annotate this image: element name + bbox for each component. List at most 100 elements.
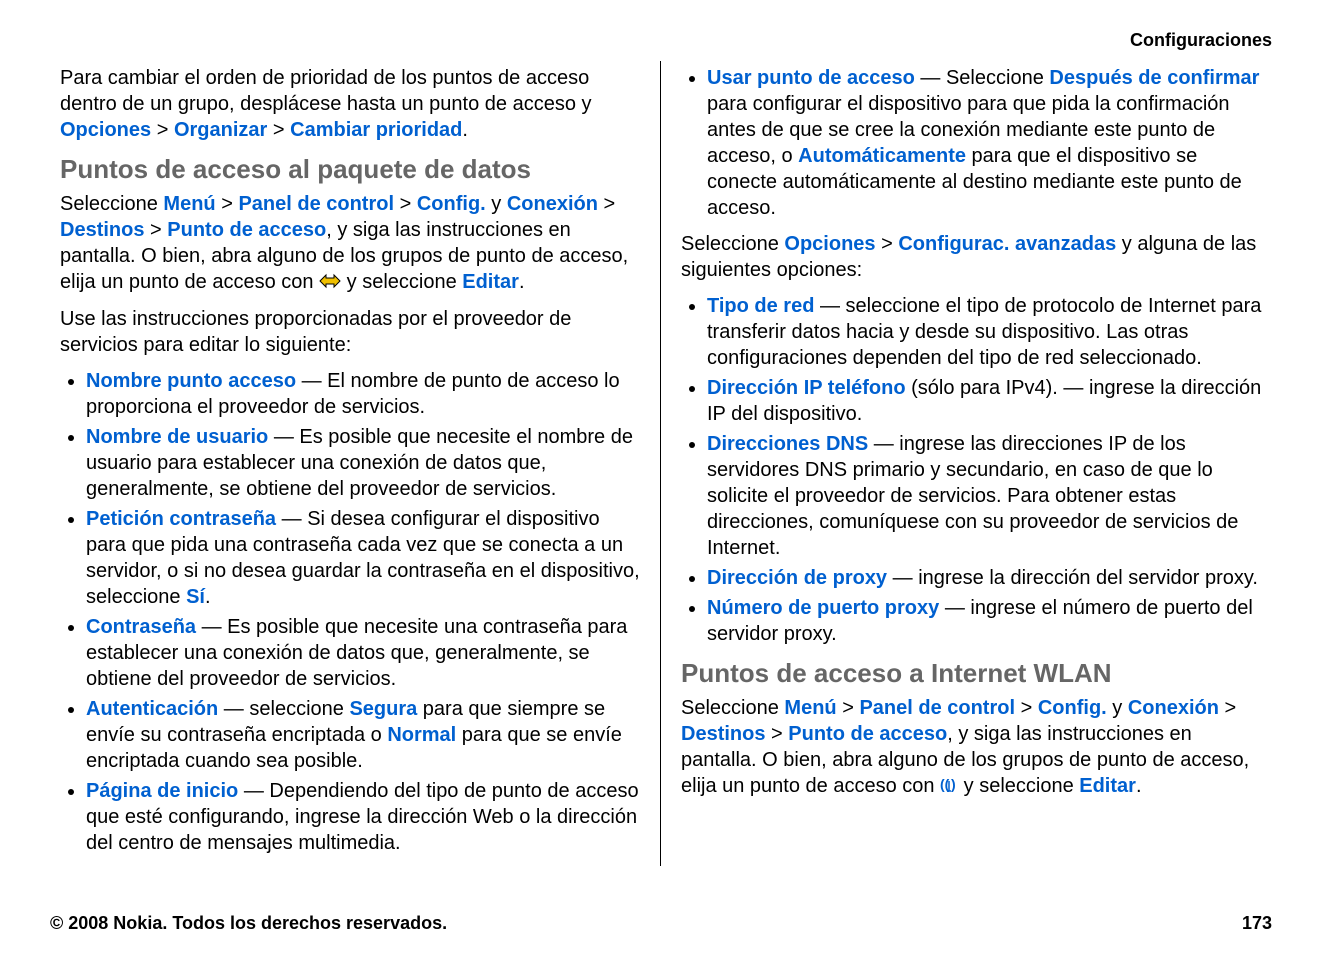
link-automaticamente: Automáticamente	[798, 145, 966, 167]
heading-puntos-datos: Puntos de acceso al paquete de datos	[60, 153, 640, 187]
term-numero-puerto-proxy: Número de puerto proxy	[707, 597, 939, 619]
document-page: Configuraciones Para cambiar el orden de…	[0, 0, 1322, 954]
list-item: Página de inicio — Dependiendo del tipo …	[86, 778, 640, 856]
separator: >	[842, 697, 859, 719]
link-config: Config.	[1038, 697, 1107, 719]
link-opciones: Opciones	[60, 119, 151, 141]
dash: —	[276, 508, 307, 530]
page-footer: © 2008 Nokia. Todos los derechos reserva…	[50, 913, 1272, 934]
link-editar: Editar	[462, 271, 519, 293]
list-item: Dirección IP teléfono (sólo para IPv4). …	[707, 375, 1262, 427]
bidirectional-arrow-icon	[319, 270, 341, 296]
term-pagina-inicio: Página de inicio	[86, 780, 238, 802]
text: y	[491, 193, 507, 215]
link-organizar: Organizar	[174, 119, 267, 141]
term-autenticacion: Autenticación	[86, 698, 218, 720]
text: Seleccione	[946, 67, 1049, 89]
link-punto-acceso: Punto de acceso	[788, 723, 947, 745]
text: Seleccione	[681, 697, 784, 719]
right-column: Usar punto de acceso — Seleccione Despué…	[661, 61, 1272, 866]
text: .	[205, 586, 211, 608]
link-si: Sí	[186, 586, 205, 608]
heading-puntos-wlan: Puntos de acceso a Internet WLAN	[681, 657, 1262, 691]
link-panel-control: Panel de control	[859, 697, 1015, 719]
link-cambiar-prioridad: Cambiar prioridad	[290, 119, 462, 141]
left-column: Para cambiar el orden de prioridad de lo…	[50, 61, 661, 866]
separator: >	[604, 193, 616, 215]
svg-text:): )	[951, 776, 956, 792]
dash: —	[939, 597, 970, 619]
dash: —	[868, 433, 899, 455]
term-contrasena: Contraseña	[86, 616, 196, 638]
text: .	[1136, 775, 1142, 797]
wlan-antenna-icon: (()	[940, 774, 958, 800]
text: Para cambiar el orden de prioridad de lo…	[60, 67, 592, 115]
copyright-text: © 2008 Nokia. Todos los derechos reserva…	[50, 913, 447, 934]
separator: >	[1021, 697, 1038, 719]
dash: —	[296, 370, 327, 392]
list-item: Tipo de red — seleccione el tipo de prot…	[707, 293, 1262, 371]
link-destinos: Destinos	[681, 723, 765, 745]
dash: —	[218, 698, 249, 720]
list-item: Autenticación — seleccione Segura para q…	[86, 696, 640, 774]
link-configurac-avanzadas: Configurac. avanzadas	[898, 233, 1116, 255]
text: .	[519, 271, 525, 293]
list-item: Direcciones DNS — ingrese las direccione…	[707, 431, 1262, 561]
dash: —	[196, 616, 227, 638]
text: y seleccione	[341, 271, 462, 293]
list-item: Dirección de proxy — ingrese la direcció…	[707, 565, 1262, 591]
separator: >	[771, 723, 788, 745]
link-panel-control: Panel de control	[238, 193, 394, 215]
term-direcciones-dns: Direcciones DNS	[707, 433, 868, 455]
text: Seleccione	[60, 193, 163, 215]
separator: >	[150, 219, 167, 241]
link-conexion: Conexión	[1128, 697, 1219, 719]
separator: >	[400, 193, 417, 215]
select-advanced-paragraph: Seleccione Opciones > Configurac. avanza…	[681, 231, 1262, 283]
dash: —	[915, 67, 946, 89]
term-tipo-red: Tipo de red	[707, 295, 814, 317]
page-number: 173	[1242, 913, 1272, 934]
separator: >	[1225, 697, 1237, 719]
separator: >	[157, 119, 174, 141]
link-menu: Menú	[163, 193, 215, 215]
list-item: Número de puerto proxy — ingrese el núme…	[707, 595, 1262, 647]
link-opciones: Opciones	[784, 233, 875, 255]
list-item: Petición contraseña — Si desea configura…	[86, 506, 640, 610]
term-peticion-contrasena: Petición contraseña	[86, 508, 276, 530]
wlan-select-paragraph: Seleccione Menú > Panel de control > Con…	[681, 695, 1262, 800]
dash: —	[814, 295, 845, 317]
dash: —	[887, 567, 918, 589]
separator: >	[273, 119, 290, 141]
link-punto-acceso: Punto de acceso	[167, 219, 326, 241]
options-list-right-top: Usar punto de acceso — Seleccione Despué…	[681, 65, 1262, 221]
text: y	[1112, 697, 1128, 719]
list-item: Nombre punto acceso — El nombre de punto…	[86, 368, 640, 420]
list-item: Usar punto de acceso — Seleccione Despué…	[707, 65, 1262, 221]
term-direccion-ip-telefono: Dirección IP teléfono	[707, 377, 906, 399]
options-list-left: Nombre punto acceso — El nombre de punto…	[60, 368, 640, 856]
link-normal: Normal	[387, 724, 456, 746]
link-conexion: Conexión	[507, 193, 598, 215]
list-item: Contraseña — Es posible que necesite una…	[86, 614, 640, 692]
text: ingrese la dirección del servidor proxy.	[918, 567, 1258, 589]
select-path-paragraph: Seleccione Menú > Panel de control > Con…	[60, 191, 640, 296]
text: Seleccione	[681, 233, 784, 255]
two-column-layout: Para cambiar el orden de prioridad de lo…	[50, 61, 1272, 866]
link-editar: Editar	[1079, 775, 1136, 797]
term-nombre-punto-acceso: Nombre punto acceso	[86, 370, 296, 392]
link-despues-confirmar: Después de confirmar	[1049, 67, 1259, 89]
link-segura: Segura	[349, 698, 417, 720]
link-destinos: Destinos	[60, 219, 144, 241]
list-item: Nombre de usuario — Es posible que neces…	[86, 424, 640, 502]
text: y seleccione	[958, 775, 1079, 797]
link-config: Config.	[417, 193, 486, 215]
instructions-paragraph: Use las instrucciones proporcionadas por…	[60, 306, 640, 358]
text: .	[462, 119, 468, 141]
svg-text:((: ((	[940, 776, 950, 792]
text: seleccione	[249, 698, 349, 720]
intro-paragraph: Para cambiar el orden de prioridad de lo…	[60, 65, 640, 143]
separator: >	[221, 193, 238, 215]
term-direccion-proxy: Dirección de proxy	[707, 567, 887, 589]
term-nombre-usuario: Nombre de usuario	[86, 426, 268, 448]
